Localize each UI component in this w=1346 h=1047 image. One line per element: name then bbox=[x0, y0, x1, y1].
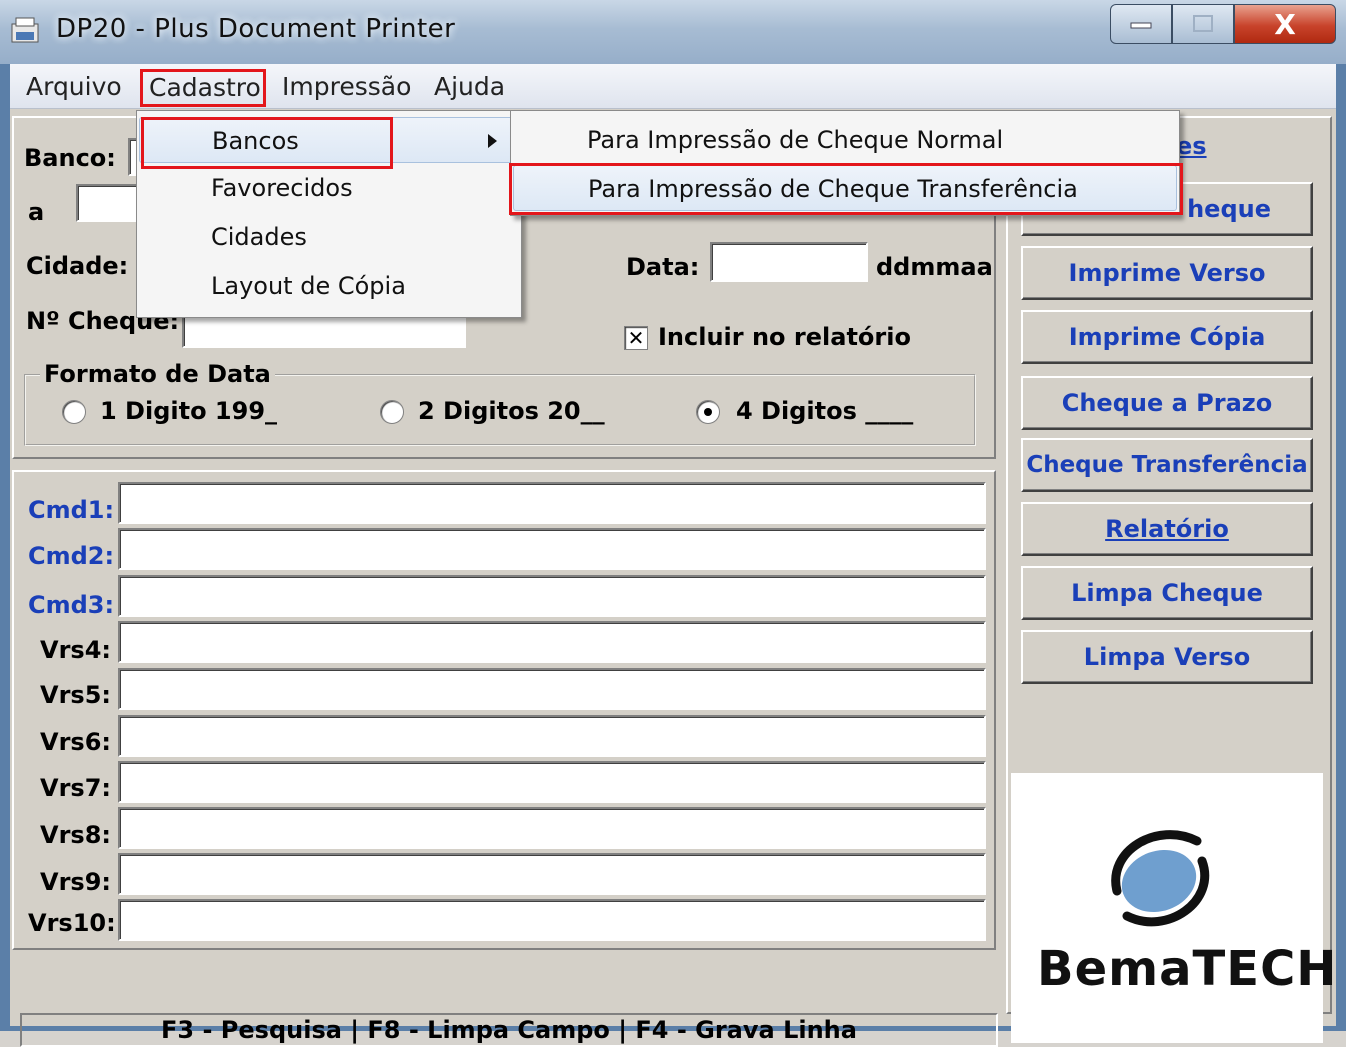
formato-data-title: Formato de Data bbox=[40, 360, 275, 388]
app-icon bbox=[11, 17, 39, 43]
radio-4-digitos[interactable] bbox=[696, 400, 720, 424]
menu-impressao[interactable]: Impressão bbox=[276, 70, 417, 104]
menu-arquivo[interactable]: Arquivo bbox=[20, 70, 128, 104]
menu-ajuda[interactable]: Ajuda bbox=[428, 70, 511, 104]
transferencia-highlight-box bbox=[509, 163, 1183, 215]
menu-cheque-normal[interactable]: Para Impressão de Cheque Normal bbox=[511, 117, 1171, 163]
limpa-cheque-button[interactable]: Limpa Cheque bbox=[1021, 566, 1313, 620]
vrs7-label: Vrs7: bbox=[40, 774, 111, 802]
data-label: Data: bbox=[626, 253, 700, 281]
vrs8-input[interactable] bbox=[118, 807, 986, 849]
vrs4-label: Vrs4: bbox=[40, 636, 111, 664]
cmd3-label: Cmd3: bbox=[28, 591, 115, 619]
bematech-logo-icon bbox=[1111, 830, 1210, 927]
radio-2-digitos[interactable] bbox=[380, 400, 404, 424]
bancos-submenu: Para Impressão de Cheque Normal Para Imp… bbox=[509, 110, 1183, 216]
cmd2-label: Cmd2: bbox=[28, 542, 115, 570]
title-bar: DP20 - Plus Document Printer X bbox=[0, 0, 1346, 64]
bematech-logo-area: BemaTECH bbox=[1011, 773, 1336, 1043]
bancos-highlight-box bbox=[141, 117, 393, 169]
cidade-label: Cidade: bbox=[26, 252, 129, 280]
vrs5-input[interactable] bbox=[118, 668, 986, 710]
imprime-verso-button[interactable]: Imprime Verso bbox=[1021, 246, 1313, 300]
imprime-copia-button[interactable]: Imprime Cópia bbox=[1021, 310, 1313, 364]
cmd1-label: Cmd1: bbox=[28, 496, 115, 524]
vrs4-input[interactable] bbox=[118, 621, 986, 663]
incluir-label: Incluir no relatório bbox=[658, 323, 911, 351]
radio-selected-dot bbox=[704, 408, 712, 416]
menu-bar: Arquivo Cadastro Impressão Ajuda bbox=[10, 64, 1336, 109]
relatorio-button[interactable]: Relatório bbox=[1021, 502, 1313, 556]
minimize-icon bbox=[1130, 22, 1152, 29]
app-window: DP20 - Plus Document Printer X Arquivo C… bbox=[0, 0, 1346, 1047]
cmd2-input[interactable] bbox=[118, 528, 986, 570]
vrs5-label: Vrs5: bbox=[40, 681, 111, 709]
vrs8-label: Vrs8: bbox=[40, 821, 111, 849]
cadastro-dropdown: Bancos Favorecidos Cidades Layout de Cóp… bbox=[136, 110, 522, 318]
status-bar: F3 - Pesquisa | F8 - Limpa Campo | F4 - … bbox=[20, 1013, 998, 1047]
data-input[interactable] bbox=[710, 242, 868, 282]
maximize-button[interactable] bbox=[1172, 4, 1234, 44]
bematech-logo-text: BemaTECH bbox=[1037, 941, 1338, 997]
radio-1-digito[interactable] bbox=[62, 400, 86, 424]
cmd3-input[interactable] bbox=[118, 575, 986, 617]
cheque-transferencia-button[interactable]: Cheque Transferência bbox=[1021, 438, 1313, 492]
maximize-icon bbox=[1193, 15, 1213, 32]
radio-4-digitos-label: 4 Digitos ____ bbox=[736, 397, 914, 425]
menu-cadastro[interactable]: Cadastro bbox=[140, 69, 266, 107]
vrs7-input[interactable] bbox=[118, 761, 986, 803]
cmd1-input[interactable] bbox=[118, 482, 986, 524]
vrs6-input[interactable] bbox=[118, 715, 986, 757]
limpa-verso-button[interactable]: Limpa Verso bbox=[1021, 630, 1313, 684]
incluir-checkbox[interactable]: ✕ bbox=[624, 326, 648, 350]
close-button[interactable]: X bbox=[1234, 4, 1336, 44]
radio-1-digito-label: 1 Digito 199_ bbox=[100, 397, 278, 425]
window-controls: X bbox=[1110, 4, 1336, 44]
vrs9-input[interactable] bbox=[118, 853, 986, 895]
minimize-button[interactable] bbox=[1110, 4, 1172, 44]
a-label: a bbox=[28, 198, 45, 226]
close-icon: X bbox=[1274, 7, 1296, 41]
data-format-hint: ddmmaa bbox=[876, 253, 993, 281]
check-icon: ✕ bbox=[627, 326, 645, 350]
vrs6-label: Vrs6: bbox=[40, 728, 111, 756]
window-title: DP20 - Plus Document Printer bbox=[56, 14, 456, 44]
banco-label: Banco: bbox=[24, 144, 116, 172]
vrs9-label: Vrs9: bbox=[40, 868, 111, 896]
radio-2-digitos-label: 2 Digitos 20__ bbox=[418, 397, 605, 425]
side-panel-header: es bbox=[1176, 132, 1207, 160]
cheque-a-prazo-button[interactable]: Cheque a Prazo bbox=[1021, 376, 1313, 430]
submenu-arrow-icon bbox=[488, 134, 497, 148]
vrs10-input[interactable] bbox=[118, 899, 986, 941]
client-area: Arquivo Cadastro Impressão Ajuda Banco: … bbox=[10, 64, 1336, 1047]
vrs10-label: Vrs10: bbox=[28, 909, 116, 937]
